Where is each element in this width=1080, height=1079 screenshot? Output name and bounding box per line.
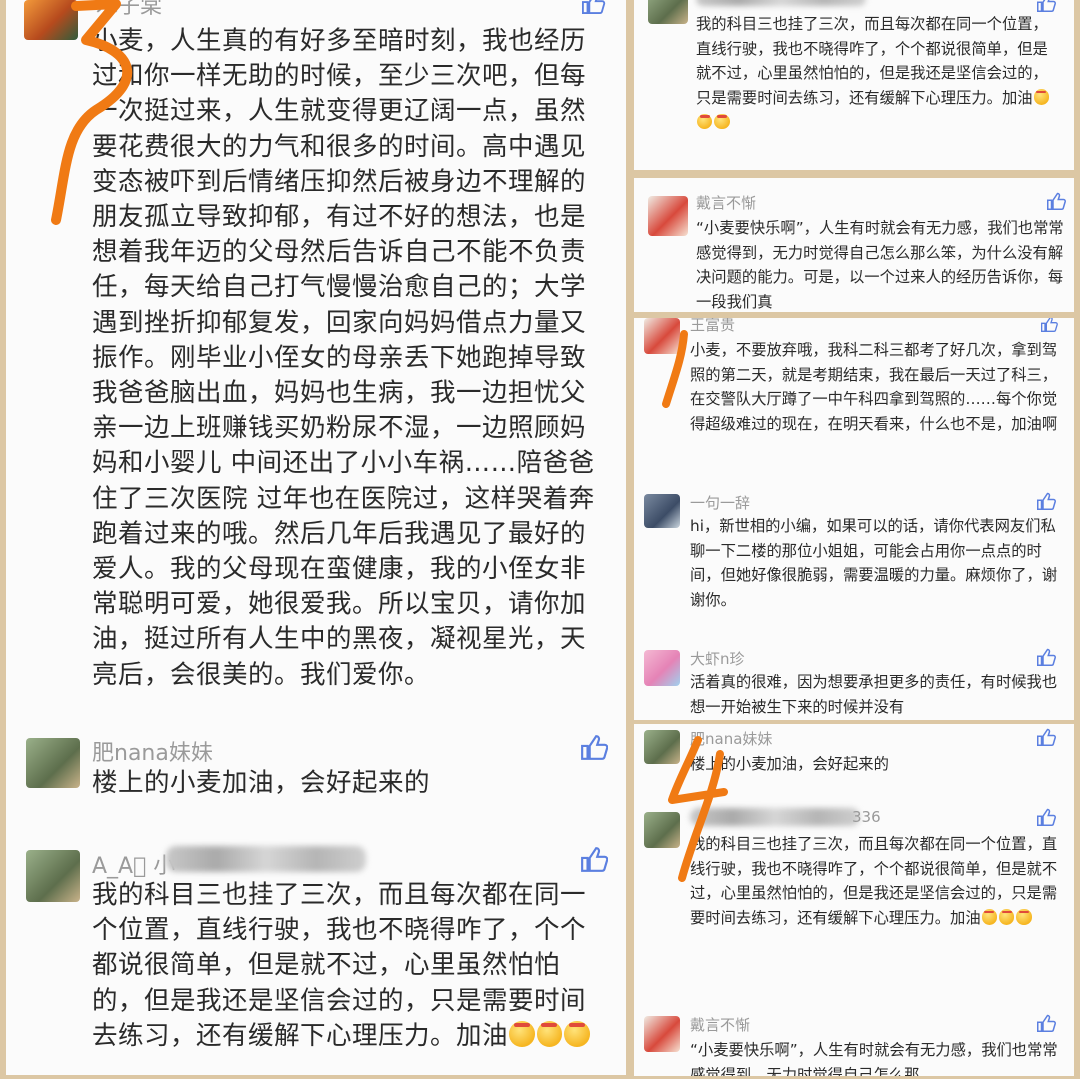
- comment-text: 我的科目三也挂了三次，而且每次都在同一个位置，直线行驶，我也不晓得咋了，个个都说…: [92, 878, 600, 1054]
- right-screenshot-panel-2: 戴言不惭 “小麦要快乐啊”，人生有时就会有无力感，我们也常常感觉得到，无力时觉得…: [634, 178, 1074, 312]
- redacted-username: [696, 0, 866, 6]
- commenter-name[interactable]: 木子棠: [96, 0, 162, 20]
- avatar[interactable]: [26, 738, 80, 788]
- avatar[interactable]: [644, 1016, 680, 1052]
- like-icon[interactable]: [1046, 192, 1066, 210]
- right-screenshot-panel-4: 肥nana妹妹 楼上的小麦加油，会好起来的 336 我的科目三也挂了三次，而且每…: [634, 724, 1074, 1076]
- commenter-name[interactable]: 戴言不惭: [690, 1014, 750, 1035]
- like-icon[interactable]: [1036, 648, 1056, 666]
- avatar[interactable]: [644, 730, 680, 764]
- commenter-name[interactable]: 一句一辞: [690, 492, 750, 513]
- emoji-icon: [536, 1021, 563, 1047]
- commenter-name[interactable]: 王富贵: [690, 318, 735, 335]
- avatar[interactable]: [24, 0, 78, 40]
- left-screenshot-panel: 木子棠 小麦，人生真的有好多至暗时刻，我也经历过和你一样无助的时候，至少三次吧，…: [6, 0, 626, 1075]
- like-icon[interactable]: [1036, 1014, 1056, 1032]
- comment-text: 我的科目三也挂了三次，而且每次都在同一个位置，直线行驶，我也不晓得咋了，个个都说…: [690, 832, 1060, 930]
- avatar[interactable]: [644, 650, 680, 686]
- like-icon[interactable]: [1036, 808, 1056, 826]
- emoji-icon: [998, 909, 1015, 925]
- comment-text: hi，新世相的小编，如果可以的话，请你代表网友们私聊一下二楼的那位小姐姐，可能会…: [690, 517, 1058, 609]
- emoji-icon: [509, 1021, 535, 1047]
- comment-text: “小麦要快乐啊”，人生有时就会有无力感，我们也常常感觉得到，无力时觉得自己怎么那…: [696, 219, 1064, 311]
- commenter-name[interactable]: 大虾n珍: [690, 648, 745, 669]
- emoji-icon: [714, 113, 730, 130]
- like-icon[interactable]: [1036, 728, 1056, 746]
- avatar[interactable]: [26, 850, 80, 902]
- avatar[interactable]: [648, 196, 688, 236]
- comment-text: 小麦，人生真的有好多至暗时刻，我也经历过和你一样无助的时候，至少三次吧，但每一次…: [92, 26, 595, 690]
- like-icon[interactable]: [1036, 492, 1056, 510]
- comment-text: 活着真的很难，因为想要承担更多的责任，有时候我也想一开始被生下来的时候并没有: [690, 673, 1058, 716]
- right-screenshot-panel-3: 王富贵 小麦，不要放弃哦，我科二科三都考了好几次，拿到驾照的第二天，就是考期结束…: [634, 318, 1074, 720]
- commenter-name[interactable]: 肥nana妹妹: [92, 735, 213, 767]
- right-screenshot-panel-1: 我的科目三也挂了三次，而且每次都在同一个位置，直线行驶，我也不晓得咋了，个个都说…: [634, 0, 1074, 170]
- comment-text: “小麦要快乐啊”，人生有时就会有无力感，我们也常常感觉得到，无力时觉得自己怎么那: [690, 1041, 1058, 1076]
- comment-text: 楼上的小麦加油，会好起来的: [92, 768, 431, 798]
- like-icon[interactable]: [1040, 318, 1058, 332]
- commenter-name[interactable]: 戴言不惭: [696, 192, 756, 213]
- redacted-username: [166, 846, 366, 872]
- avatar[interactable]: [644, 812, 680, 848]
- commenter-name[interactable]: A_A  小: [92, 848, 175, 880]
- avatar[interactable]: [648, 0, 688, 24]
- commenter-name[interactable]: 336: [852, 808, 881, 826]
- avatar[interactable]: [644, 318, 680, 354]
- like-icon[interactable]: [580, 734, 608, 760]
- like-icon[interactable]: [580, 846, 608, 872]
- emoji-icon: [564, 1021, 590, 1047]
- like-icon[interactable]: [580, 0, 606, 14]
- emoji-icon: [1016, 909, 1032, 925]
- redacted-username: [690, 808, 860, 826]
- avatar[interactable]: [644, 494, 680, 528]
- like-icon[interactable]: [1036, 0, 1056, 12]
- commenter-name[interactable]: 肥nana妹妹: [690, 728, 772, 749]
- comment-text: 楼上的小麦加油，会好起来的: [690, 755, 889, 773]
- comment-text: 我的科目三也挂了三次，而且每次都在同一个位置，直线行驶，我也不晓得咋了，个个都说…: [696, 12, 1056, 135]
- comment-text: 小麦，不要放弃哦，我科二科三都考了好几次，拿到驾照的第二天，就是考期结束，我在最…: [690, 341, 1058, 433]
- emoji-icon: [981, 909, 997, 925]
- comment-text-body: 我的科目三也挂了三次，而且每次都在同一个位置，直线行驶，我也不晓得咋了，个个都说…: [696, 15, 1048, 107]
- emoji-icon: [1033, 89, 1049, 105]
- emoji-icon: [697, 113, 713, 130]
